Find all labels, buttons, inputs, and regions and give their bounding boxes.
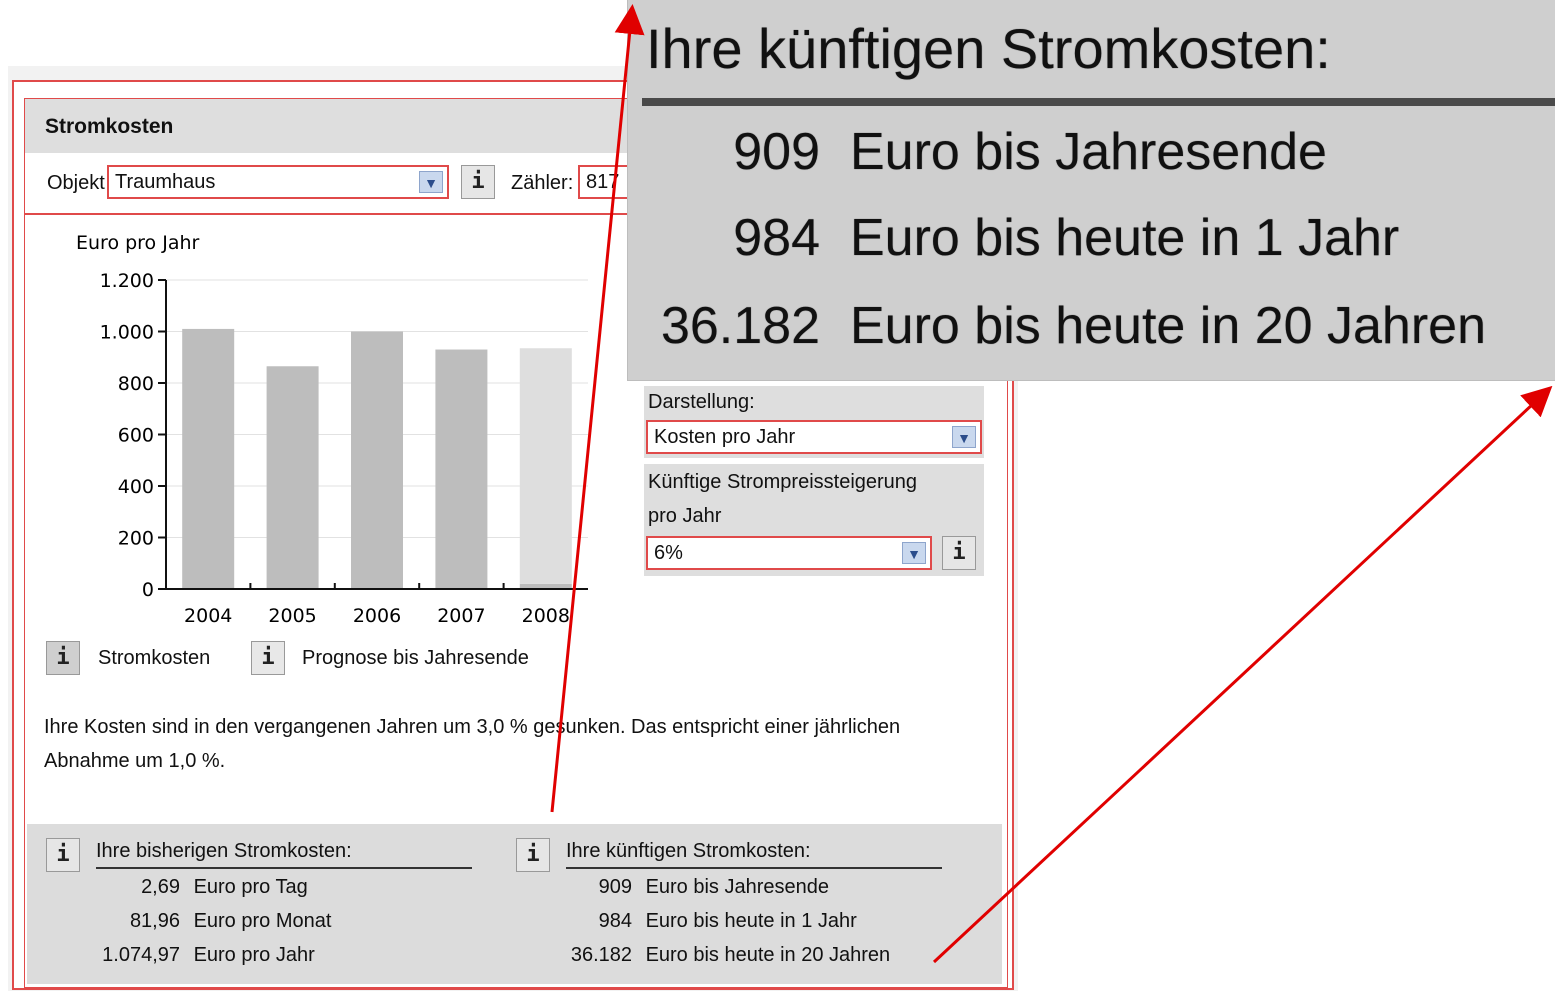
zoom-title: Ihre künftigen Stromkosten: bbox=[646, 17, 1331, 80]
y-tick-label: 1.000 bbox=[100, 322, 154, 344]
steigerung-info-button[interactable]: i bbox=[942, 536, 976, 570]
x-tick-label: 2008 bbox=[522, 605, 570, 627]
kuenftige-unit: Euro bis heute in 20 Jahren bbox=[645, 944, 891, 966]
kuenftige-info-button[interactable]: i bbox=[516, 838, 550, 872]
bisherige-row: 1.074,97 Euro pro Jahr bbox=[60, 944, 315, 967]
steigerung-label-2: pro Jahr bbox=[648, 505, 722, 527]
x-tick-label: 2004 bbox=[184, 605, 232, 627]
zoom-value: 909 bbox=[733, 123, 820, 181]
bisherige-info-button[interactable]: i bbox=[46, 838, 80, 872]
objekt-label: Objekt bbox=[47, 172, 105, 194]
steigerung-select-value: 6% bbox=[654, 542, 683, 564]
bar-2004 bbox=[182, 328, 235, 589]
objekt-select[interactable]: Traumhaus ▼ bbox=[107, 165, 449, 199]
y-tick-label: 600 bbox=[118, 425, 154, 447]
darstellung-label: Darstellung: bbox=[648, 391, 755, 413]
x-tick-label: 2005 bbox=[268, 605, 316, 627]
bisherige-unit: Euro pro Jahr bbox=[193, 944, 315, 966]
zoom-unit: Euro bis heute in 20 Jahren bbox=[850, 297, 1486, 355]
zoom-divider bbox=[642, 98, 1555, 106]
bar-2008-prognose bbox=[519, 348, 572, 584]
darstellung-select-value: Kosten pro Jahr bbox=[654, 426, 796, 448]
y-tick-label: 1.200 bbox=[100, 270, 154, 292]
kuenftige-row: 909 Euro bis Jahresende bbox=[530, 876, 829, 899]
y-tick-label: 400 bbox=[118, 476, 154, 498]
bar-2006 bbox=[351, 331, 403, 589]
zoom-unit: Euro bis heute in 1 Jahr bbox=[850, 209, 1400, 267]
kuenftige-row: 36.182 Euro bis heute in 20 Jahren bbox=[530, 944, 890, 967]
bisherige-row: 81,96 Euro pro Monat bbox=[60, 910, 331, 933]
bisherige-value: 81,96 bbox=[129, 910, 180, 932]
legend-stromkosten-swatch[interactable]: i bbox=[46, 641, 80, 675]
steigerung-label-1: Künftige Strompreissteigerung bbox=[648, 471, 918, 493]
kuenftige-title: Ihre künftigen Stromkosten: bbox=[566, 840, 942, 869]
zoom-unit: Euro bis Jahresende bbox=[850, 123, 1327, 181]
zoom-value: 36.182 bbox=[660, 297, 820, 355]
summary-line-1: Ihre Kosten sind in den vergangenen Jahr… bbox=[44, 716, 901, 738]
summary-line-2: Abnahme um 1,0 %. bbox=[44, 750, 226, 772]
y-axis-label: Euro pro Jahr bbox=[76, 232, 200, 254]
bisherige-value: 2,69 bbox=[141, 876, 180, 898]
summary-text: Ihre Kosten sind in den vergangenen Jahr… bbox=[44, 710, 984, 778]
zoom-callout: Ihre künftigen Stromkosten: 909 Euro bis… bbox=[628, 0, 1555, 380]
zaehler-label: Zähler: bbox=[511, 172, 574, 194]
kuenftige-unit: Euro bis heute in 1 Jahr bbox=[645, 910, 857, 932]
bisherige-title: Ihre bisherigen Stromkosten: bbox=[96, 840, 472, 869]
zaehler-select-value: 817 bbox=[586, 171, 620, 193]
legend-prognose-label: Prognose bis Jahresende bbox=[302, 647, 529, 669]
bisherige-value: 1.074,97 bbox=[102, 944, 180, 966]
bisherige-unit: Euro pro Monat bbox=[193, 910, 332, 932]
chevron-down-icon[interactable]: ▼ bbox=[419, 171, 443, 193]
y-tick-label: 800 bbox=[118, 373, 154, 395]
chevron-down-icon[interactable]: ▼ bbox=[952, 426, 976, 448]
objekt-select-value: Traumhaus bbox=[115, 171, 216, 193]
y-tick-label: 0 bbox=[142, 579, 154, 601]
kuenftige-value: 36.182 bbox=[570, 944, 632, 966]
kuenftige-value: 909 bbox=[598, 876, 632, 898]
bisherige-row: 2,69 Euro pro Tag bbox=[60, 876, 308, 899]
bar-2007 bbox=[435, 349, 488, 589]
kuenftige-value: 984 bbox=[598, 910, 632, 932]
chart-svg: Euro pro Jahr 0 200 400 600 800 1.000 1.200 20… bbox=[76, 232, 588, 627]
chevron-down-icon[interactable]: ▼ bbox=[902, 542, 926, 564]
darstellung-select[interactable]: Kosten pro Jahr ▼ bbox=[646, 420, 982, 454]
objekt-info-button[interactable]: i bbox=[461, 165, 495, 199]
legend-prognose-swatch[interactable]: i bbox=[251, 641, 285, 675]
bar-2005 bbox=[266, 366, 319, 589]
steigerung-select[interactable]: 6% ▼ bbox=[646, 536, 932, 570]
kuenftige-row: 984 Euro bis heute in 1 Jahr bbox=[530, 910, 857, 933]
y-tick-label: 200 bbox=[118, 528, 154, 550]
legend-stromkosten-label: Stromkosten bbox=[98, 647, 211, 669]
x-tick-label: 2006 bbox=[353, 605, 401, 627]
arrow-to-zoom-bottom bbox=[932, 385, 1553, 964]
stromkosten-chart: Euro pro Jahr 0 200 400 600 800 1.000 1.200 20… bbox=[40, 225, 640, 635]
zoom-value: 984 bbox=[733, 209, 820, 267]
x-tick-label: 2007 bbox=[437, 605, 485, 627]
bisherige-unit: Euro pro Tag bbox=[193, 876, 308, 898]
kuenftige-unit: Euro bis Jahresende bbox=[645, 876, 830, 898]
